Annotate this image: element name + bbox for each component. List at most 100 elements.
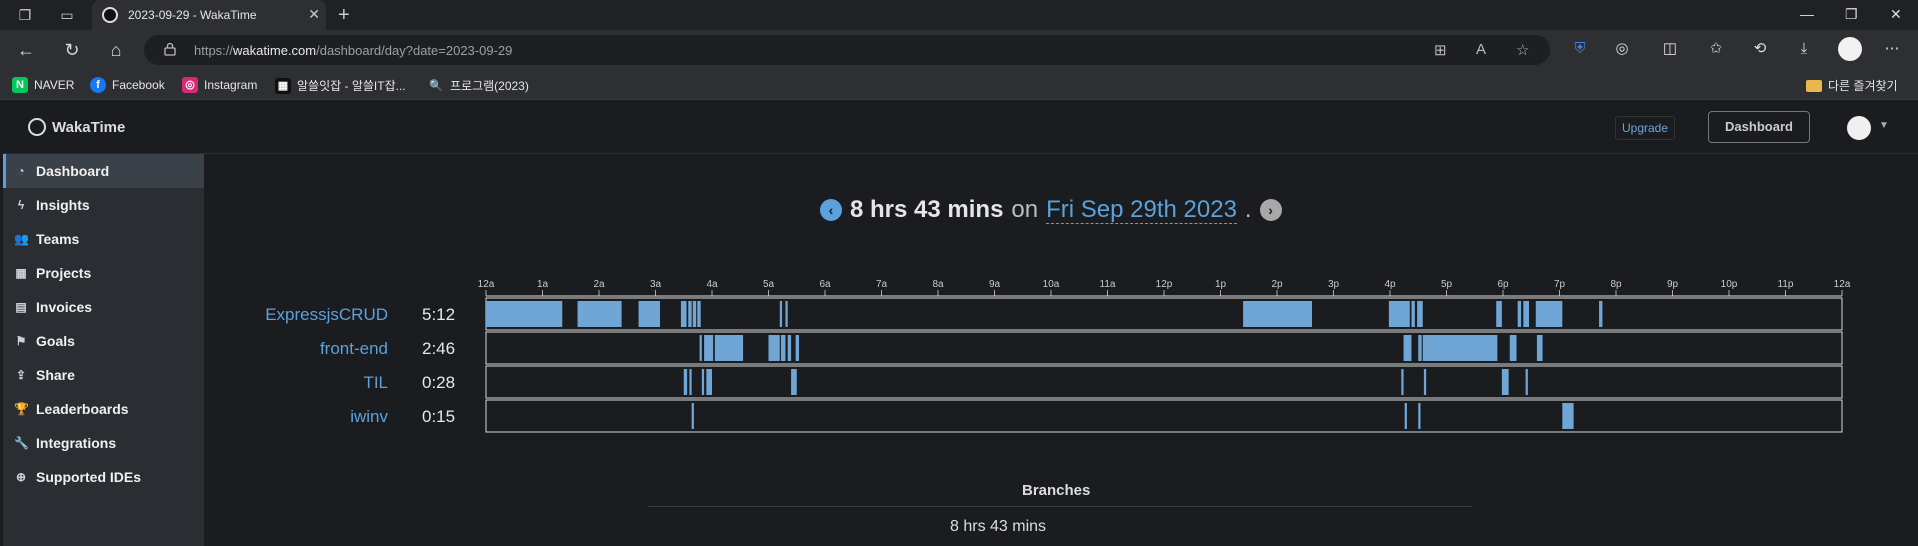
sidebar-item-share[interactable]: ⇪ Share [3,358,204,392]
sidebar-item-label: Goals [36,333,75,349]
trophy-icon: 🏆 [14,402,29,416]
favorites-icon[interactable]: ✩ [1706,39,1726,59]
dashboard-button[interactable]: Dashboard [1708,111,1810,143]
extension-glasses-icon[interactable]: ◎ [1612,39,1632,59]
bookmark-label: Instagram [204,78,258,92]
workspaces-icon[interactable]: ❐ [16,6,34,24]
sidebar-item-label: Dashboard [36,163,110,179]
restore-icon[interactable]: ❐ [1845,6,1858,23]
read-aloud-icon[interactable]: A [1476,41,1486,58]
branches-divider [648,506,1472,507]
dashboard-icon: ◔ [17,164,25,178]
file-icon: ▤ [15,300,27,314]
sidebar-item-label: Projects [36,265,92,281]
split-screen-icon[interactable]: ◫ [1660,39,1680,59]
project-total-time: 0:15 [422,407,456,426]
sidebar-item-label: Teams [36,231,80,247]
project-link[interactable]: iwinv [350,407,388,427]
downloads-icon[interactable]: ⤓ [1794,39,1814,59]
upgrade-button[interactable]: Upgrade [1615,116,1676,140]
folder-icon [1806,79,1822,92]
project-link[interactable]: front-end [320,339,388,359]
user-avatar[interactable] [1847,116,1871,140]
bolt-icon: ϟ [17,198,25,212]
sidebar-item-insights[interactable]: ϟ Insights [3,188,204,222]
bookmark-program[interactable]: 🔍 프로그램(2023) [428,77,529,94]
project-total-time: 0:28 [422,373,456,392]
date-picker-link[interactable]: Fri Sep 29th 2023 [1046,196,1237,224]
bookmark-instagram[interactable]: ◎ Instagram [182,77,257,93]
previous-day-icon[interactable]: ‹ [820,199,842,221]
total-time: 8 hrs 43 mins [850,196,1004,223]
tab-actions-icon[interactable]: ▭ [58,6,76,24]
new-tab-icon[interactable]: + [338,4,350,27]
branches-total: 8 hrs 43 mins [950,518,1047,535]
project-link[interactable]: ExpressjsCRUD [265,305,388,325]
bookmark-label: NAVER [34,78,75,92]
window-close-icon[interactable]: ✕ [1890,6,1902,23]
bookmark-alsseul[interactable]: ▦ 알쓸잇잡 - 알쓸IT잡... [275,77,406,94]
wrench-icon: 🔧 [14,436,29,450]
period-label: . [1244,196,1252,223]
sidebar-item-label: Insights [36,197,90,213]
history-icon[interactable]: ⟲ [1750,39,1770,59]
sidebar-item-invoices[interactable]: ▤ Invoices [3,290,204,324]
branches-title: Branches [1022,482,1091,499]
favorite-star-icon[interactable]: ☆ [1516,41,1529,59]
sidebar-item-leaderboards[interactable]: 🏆 Leaderboards [3,392,204,426]
sidebar-item-projects[interactable]: ▦ Projects [3,256,204,290]
sidebar-item-integrations[interactable]: 🔧 Integrations [3,426,204,460]
facebook-icon: f [90,77,106,93]
bookmark-label: Facebook [112,78,165,92]
sidebar-item-goals[interactable]: ⚑ Goals [3,324,204,358]
more-menu-icon[interactable]: ⋯ [1882,39,1902,59]
next-day-icon[interactable]: › [1259,199,1282,221]
plus-circle-icon: ⊕ [15,470,27,484]
refresh-icon[interactable]: ↻ [62,40,82,60]
other-bookmarks-label: 다른 즐겨찾기 [1828,79,1898,93]
users-icon: 👥 [14,232,29,246]
wakatime-favicon-icon [102,7,118,23]
day-summary-header: ‹ 8 hrs 43 mins on Fri Sep 29th 2023 . › [820,196,1282,224]
project-total-time: 5:12 [422,305,456,324]
sidebar-item-label: Supported IDEs [36,469,142,485]
sidebar-item-label: Invoices [36,299,93,315]
bookmarks-bar: N NAVER f Facebook ◎ Instagram ▦ 알쓸잇잡 - … [0,70,1918,100]
naver-icon: N [12,77,28,93]
sidebar-item-label: Integrations [36,435,117,451]
sidebar-item-label: Share [36,367,75,383]
sidebar-item-label: Leaderboards [36,401,129,417]
bookmark-naver[interactable]: N NAVER [12,77,74,93]
url-bar[interactable]: https://wakatime.com/dashboard/day?date=… [144,35,1550,65]
chevron-down-icon[interactable]: ▼ [1879,120,1889,131]
project-total-time: 2:46 [422,339,456,358]
app-header: WakaTime Upgrade Dashboard ▼ [3,102,1918,154]
sidebar-item-dashboard[interactable]: ◔ Dashboard [3,154,204,188]
app-available-icon[interactable]: ⊞ [1434,41,1447,59]
extension-shield-icon[interactable]: ⛨ [1570,39,1590,59]
back-icon[interactable]: ← [16,40,36,60]
close-tab-icon[interactable]: ✕ [308,6,320,23]
url-text: https://wakatime.com/dashboard/day?date=… [194,43,513,58]
minimize-icon[interactable]: — [1800,6,1814,22]
flag-icon: ⚑ [15,334,27,348]
instagram-icon: ◎ [182,77,198,93]
home-icon[interactable]: ⌂ [106,40,126,60]
bookmark-label: 프로그램(2023) [450,79,529,93]
wakatime-logo[interactable]: WakaTime [28,118,125,136]
browser-tab-bar: ❐ ▭ 2023-09-29 - WakaTime ✕ + — ❐ ✕ [0,0,1918,30]
sidebar: ◔ Dashboard ϟ Insights 👥 Teams ▦ Projects ▤ Invoi… [3,154,204,546]
share-icon: ⇪ [15,368,27,382]
grid-icon: ▦ [15,266,27,280]
sidebar-item-supported-ides[interactable]: ⊕ Supported IDEs [3,460,204,494]
bookmark-label: 알쓸잇잡 - 알쓸IT잡... [297,79,406,93]
browser-tab[interactable]: 2023-09-29 - WakaTime ✕ [92,0,326,30]
sidebar-item-teams[interactable]: 👥 Teams [3,222,204,256]
search-icon: 🔍 [429,79,443,92]
other-bookmarks[interactable]: 다른 즐겨찾기 [1806,77,1898,94]
bookmark-facebook[interactable]: f Facebook [90,77,165,93]
lock-icon [164,42,176,56]
address-toolbar: ← ↻ ⌂ https://wakatime.com/dashboard/day… [0,30,1918,70]
profile-avatar[interactable] [1838,37,1862,61]
project-link[interactable]: TIL [363,373,388,393]
